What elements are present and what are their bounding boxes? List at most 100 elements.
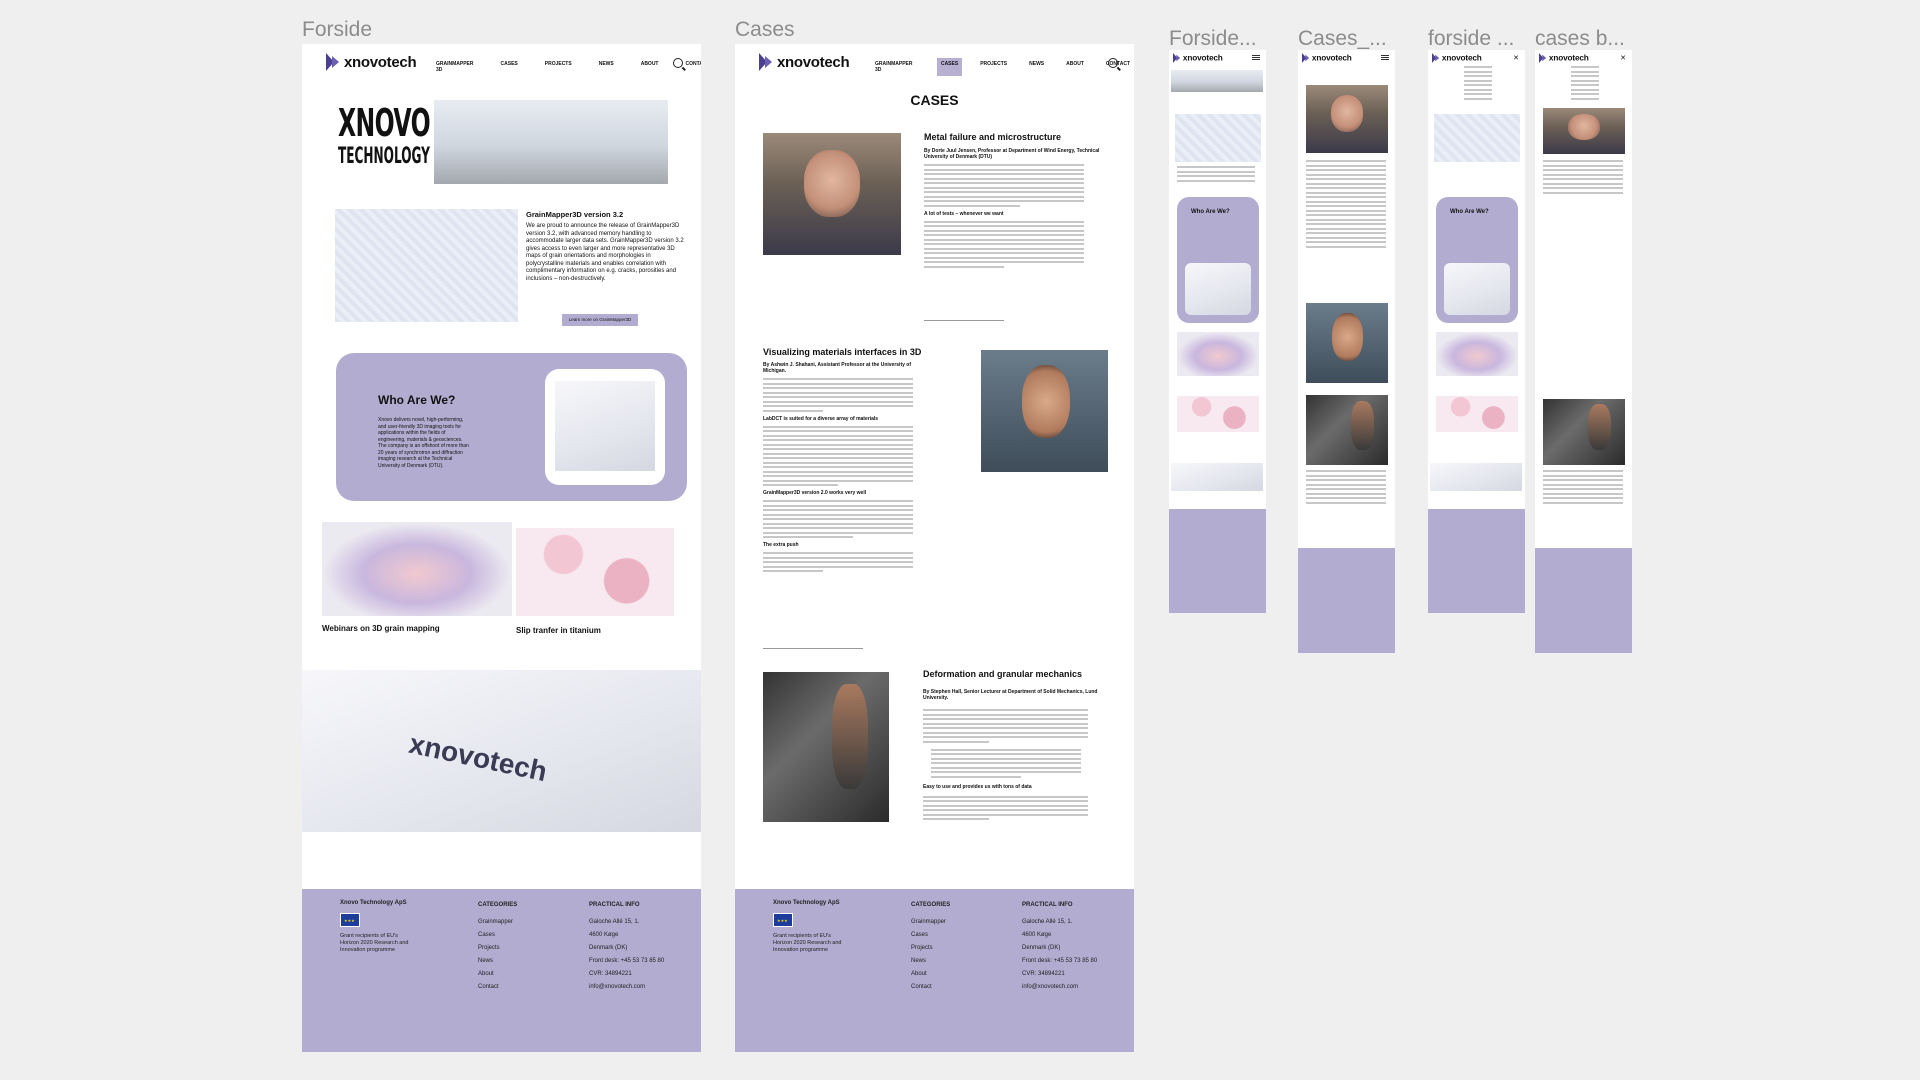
who-image-frame (545, 369, 665, 485)
nav-bar: xnovotech GRAINMAPPER 3D CASES PROJECTS … (735, 44, 1134, 84)
footer-email[interactable]: info@xnovotech.com (589, 981, 664, 994)
footer-company: Xnovo Technology ApS Grant recipients of… (340, 899, 410, 954)
footer: Xnovo Technology ApS Grant recipients of… (302, 889, 701, 1052)
footer-link-contact[interactable]: Contact (478, 981, 517, 994)
nav-item-cases[interactable]: CASES (936, 58, 963, 76)
footer-link-about[interactable]: About (911, 968, 950, 981)
nav-item-about[interactable]: ABOUT (1062, 58, 1088, 76)
footer-link-news[interactable]: News (478, 955, 517, 968)
logo[interactable]: xnovotech (1173, 53, 1223, 63)
building-sign-text: xnovotech (406, 727, 550, 788)
webinar-image[interactable] (322, 522, 512, 616)
footer-link-news[interactable]: News (911, 955, 950, 968)
logo-text: xnovotech (1548, 53, 1589, 63)
team-photo (434, 100, 668, 184)
nav-menu: GRAINMAPPER 3D CASES PROJECTS NEWS ABOUT… (432, 58, 701, 76)
case1-thumb (1306, 85, 1388, 153)
frame-label-mobile-cases-2[interactable]: cases b... (1535, 27, 1625, 51)
hero-wordmark: XNOVO TECHNOLOGY (338, 101, 431, 170)
footer-country: Denmark (DK) (589, 945, 628, 951)
divider (763, 648, 863, 649)
nav-item-cases[interactable]: CASES (497, 58, 522, 76)
footer-link-cases[interactable]: Cases (911, 929, 950, 942)
search-icon[interactable] (673, 58, 683, 68)
case1-subheading: A lot of tests – whenever we want (924, 210, 1004, 217)
hero-word-xnovo: XNOVO (338, 101, 431, 145)
mobile-forside-frame: xnovotech Who Are We? (1169, 50, 1266, 613)
search-icon[interactable] (1108, 58, 1118, 68)
grainmapper-title: GrainMapper3D version 3.2 (526, 210, 624, 219)
logo-text: xnovotech (777, 53, 850, 71)
slip-card-title[interactable]: Slip tranfer in titanium (516, 626, 601, 635)
logo[interactable]: xnovotech (759, 53, 850, 71)
frame-label-mobile-forside[interactable]: Forside... (1169, 27, 1257, 51)
frame-label-mobile-cases[interactable]: Cases_... (1298, 27, 1387, 51)
cup-thumb (1436, 332, 1518, 376)
logo-mark-icon (1173, 53, 1181, 63)
footer-practical-info: PRACTICAL INFO Galoche Allé 15, 1. 4600 … (1022, 899, 1097, 994)
footer-email[interactable]: info@xnovotech.com (1022, 981, 1097, 994)
footer-phone[interactable]: Front desk: +45 53 73 85 80 (1022, 955, 1097, 968)
logo-text: xnovotech (1311, 53, 1352, 63)
nav-item-grainmapper[interactable]: GRAINMAPPER 3D (432, 58, 478, 76)
case2-author: By Ashwin J. Shahani, Assistant Professo… (763, 362, 912, 374)
footer-address: Galoche Allé 15, 1. (589, 919, 640, 925)
case3-thumb (1543, 399, 1625, 465)
nav-item-contact[interactable]: CONTACT (681, 58, 701, 76)
logo[interactable]: xnovotech (326, 53, 417, 71)
footer-cvr: CVR: 34894221 (1022, 971, 1065, 977)
frame-label-mobile-forside-2[interactable]: forside ... (1428, 27, 1514, 51)
case2-title: Visualizing materials interfaces in 3D (763, 347, 922, 357)
frame-label-forside[interactable]: Forside (302, 18, 372, 42)
case2-text: Visualizing materials interfaces in 3D B… (763, 347, 923, 575)
footer-link-contact[interactable]: Contact (911, 981, 950, 994)
menu-items-thumb[interactable] (1571, 66, 1599, 100)
case2-paragraph-4 (763, 552, 913, 572)
logo-mark-icon (1539, 53, 1547, 63)
footer-categories-title: CATEGORIES (478, 902, 518, 908)
menu-items-thumb[interactable] (1464, 66, 1492, 100)
nav-item-projects[interactable]: PROJECTS (976, 58, 1011, 76)
case2-subheading-1: LabDCT is suited for a diverse array of … (763, 415, 879, 422)
mobile-cases-frame: xnovotech (1298, 50, 1395, 653)
case3-thumb (1306, 395, 1388, 465)
learn-more-button[interactable]: Learn more on GrainMapper3D (562, 314, 638, 326)
footer-link-projects[interactable]: Projects (478, 942, 517, 955)
mobile-forside-menu-frame: xnovotech ✕ Who Are We? (1428, 50, 1525, 613)
close-icon[interactable]: ✕ (1620, 54, 1626, 62)
footer-cvr: CVR: 34894221 (589, 971, 632, 977)
frame-label-cases[interactable]: Cases (735, 18, 795, 42)
nav-item-news[interactable]: NEWS (1025, 58, 1048, 76)
footer-link-about[interactable]: About (478, 968, 517, 981)
nav-item-grainmapper[interactable]: GRAINMAPPER 3D (871, 58, 923, 76)
footer-categories: CATEGORIES Grainmapper Cases Projects Ne… (911, 899, 950, 994)
footer-company-name: Xnovo Technology ApS (340, 900, 407, 906)
logo[interactable]: xnovotech (1432, 53, 1482, 63)
building-photo-small (555, 381, 655, 471)
building-thumb (1185, 263, 1251, 315)
footer-link-cases[interactable]: Cases (478, 929, 517, 942)
slip-transfer-image[interactable] (516, 528, 674, 616)
hamburger-icon[interactable] (1252, 55, 1260, 56)
footer: Xnovo Technology ApS Grant recipients of… (735, 889, 1134, 1052)
footer-link-grainmapper[interactable]: Grainmapper (478, 916, 517, 929)
case3-paragraph (923, 709, 1088, 743)
footer-link-grainmapper[interactable]: Grainmapper (911, 916, 950, 929)
close-icon[interactable]: ✕ (1513, 54, 1519, 62)
footer-grant: Grant recipients of EU's Horizon 2020 Re… (340, 933, 409, 953)
webinar-card-title[interactable]: Webinars on 3D grain mapping (322, 624, 440, 633)
nav-item-about[interactable]: ABOUT (637, 58, 663, 76)
case3-text: Deformation and granular mechanics By St… (923, 669, 1099, 823)
hamburger-icon[interactable] (1381, 55, 1389, 56)
case1-title: Metal failure and microstructure (924, 132, 1062, 142)
logo[interactable]: xnovotech (1302, 53, 1352, 63)
case2-paragraph-3 (763, 500, 913, 538)
case3-text-thumb (1306, 470, 1386, 506)
nav-item-projects[interactable]: PROJECTS (541, 58, 576, 76)
footer-link-projects[interactable]: Projects (911, 942, 950, 955)
footer-phone[interactable]: Front desk: +45 53 73 85 80 (589, 955, 664, 968)
nav-item-news[interactable]: NEWS (595, 58, 618, 76)
case1-author: By Dorte Juul Jensen, Professor at Depar… (924, 148, 1100, 160)
case3-subheading: Easy to use and provides us with tons of… (923, 783, 1032, 790)
logo[interactable]: xnovotech (1539, 53, 1589, 63)
